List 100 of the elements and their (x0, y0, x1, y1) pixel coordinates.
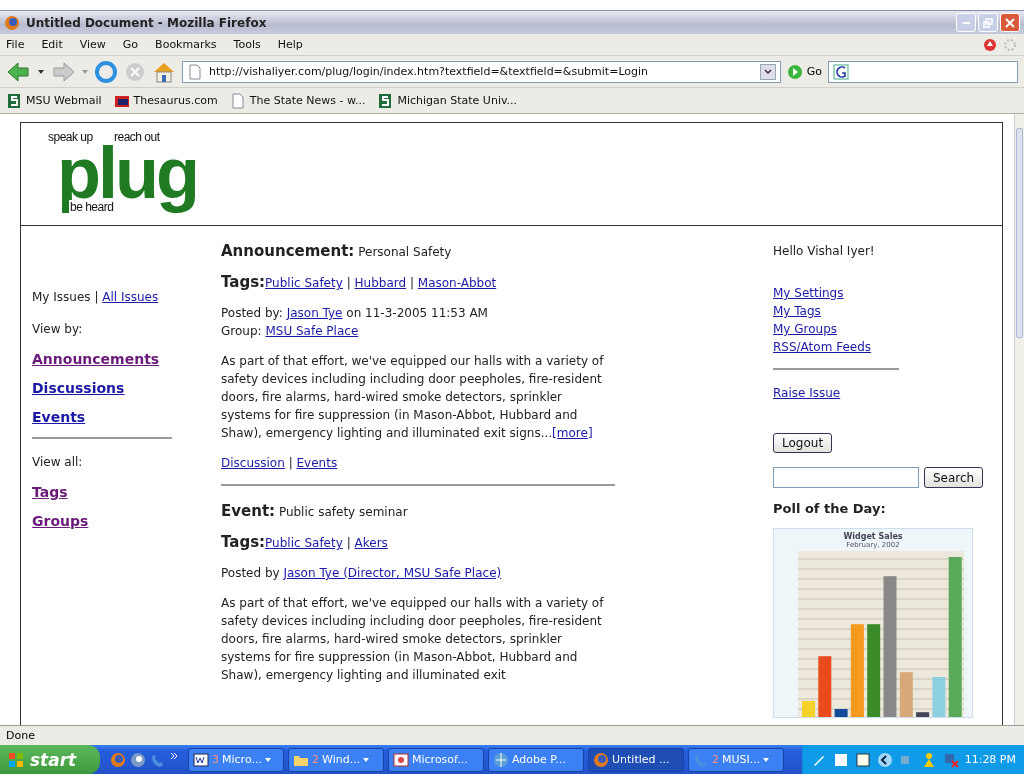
post-heading: Announcement: Personal Safety (221, 242, 453, 261)
dropdown-icon (264, 756, 271, 763)
chart-bar (834, 709, 848, 717)
help-icon[interactable] (854, 751, 871, 768)
raise-issue-link[interactable]: Raise Issue (773, 384, 841, 402)
url-text: http://vishaliyer.com/plug/login/index.htm?textfield=&textfield=&submit=Login (209, 65, 649, 78)
tag-link[interactable]: Mason-Abbot (417, 276, 497, 290)
tags-label: Tags: (221, 533, 266, 551)
clock: 11:28 PM (964, 753, 1016, 766)
chart-bar (818, 656, 832, 717)
menu-item[interactable]: Help (277, 38, 303, 51)
status-text: Done (6, 729, 35, 742)
menu-item[interactable]: File (6, 38, 25, 51)
globe-icon (593, 751, 609, 768)
chart-title: Widget Sales (843, 532, 903, 541)
forward-icon[interactable] (50, 60, 76, 83)
chevron-right-icon[interactable] (170, 751, 178, 760)
nav-link[interactable]: Announcements (32, 351, 160, 367)
minimize-button[interactable] (956, 13, 976, 32)
author-link[interactable]: Jason Tye (Director, MSU Safe Place) (283, 566, 502, 580)
taskbar-button[interactable]: Adobe P... (488, 747, 584, 772)
account-link[interactable]: My Tags (773, 302, 821, 320)
window-title: Untitled Document - Mozilla Firefox (26, 15, 267, 30)
group-label: Group: (221, 324, 263, 338)
greeting-text: Hello Vishal Iyer! (773, 243, 876, 260)
author-link[interactable]: Jason Tye (286, 306, 343, 320)
network-error-icon[interactable] (942, 751, 959, 768)
stop-icon[interactable] (124, 60, 146, 83)
post-body: As part of that effort, we've equipped our halls with a variety of safety devices including including door peepholes, fire-resident doors, fire alarms, hard-wired smoke detectors, sprinkler systems for fire suppression (in Mason-Abbot, Hubbard and Shaw), emergency lighting and illuminated exit (221, 595, 605, 684)
restore-icon (983, 17, 993, 28)
nav-link[interactable]: Discussions (32, 380, 125, 396)
reload-icon[interactable] (94, 59, 118, 84)
letter-s-icon (377, 92, 394, 109)
all-issues-link[interactable]: All Issues (102, 290, 159, 304)
play-icon (786, 63, 803, 80)
history-dropdown-button[interactable] (759, 63, 776, 80)
nav-link[interactable]: Events (32, 409, 86, 425)
separator-text: | (287, 456, 294, 470)
tag-link[interactable]: Akers (354, 536, 388, 550)
chart-bar (932, 677, 946, 717)
close-button[interactable] (1000, 13, 1020, 32)
page-icon (187, 63, 203, 80)
menu-item[interactable]: View (79, 38, 106, 51)
globe-icon[interactable] (130, 751, 146, 768)
account-link[interactable]: RSS/Atom Feeds (773, 338, 872, 356)
close-icon (1005, 17, 1015, 28)
go-button[interactable]: Go (786, 63, 822, 80)
more-link[interactable]: [more] (552, 426, 593, 440)
menu-item[interactable]: Tools (233, 38, 261, 51)
scrollbar[interactable] (1014, 114, 1024, 725)
taskbar-button[interactable]: 2 MUSI... (688, 747, 784, 772)
separator-text: | (94, 290, 100, 304)
notepad-icon[interactable] (832, 751, 849, 768)
tags-label: Tags: (221, 273, 266, 291)
back-icon[interactable] (6, 60, 32, 83)
nav-link[interactable]: Groups (32, 513, 89, 529)
separator-text: | (408, 276, 415, 290)
chevron-left-icon[interactable] (876, 751, 893, 768)
dropdown-icon (363, 756, 370, 763)
chart-bar (802, 701, 815, 717)
taskbar-button[interactable]: Microsof... (388, 747, 484, 772)
minimize-icon (962, 21, 970, 24)
account-link[interactable]: My Settings (773, 284, 844, 302)
dropdown-icon[interactable] (38, 68, 44, 75)
post-body: As part of that effort, we've equipped our halls with a variety of safety devices including including door peepholes, fire-resident doors, fire alarms, hard-wired smoke detectors, sprinkler systems for fire suppression (in Mason-Abbot, Hubbard and Shaw), emergency lighting and illuminated exit signs...[more] (221, 353, 605, 442)
taskbar-button[interactable]: Untitled ... (588, 747, 684, 772)
windows-flag-icon (8, 751, 24, 768)
address-field[interactable]: http://vishaliyer.com/plug/login/index.htm?textfield=&textfield=&submit=Login (182, 60, 781, 83)
taskbar-button[interactable]: 2 Wind... (288, 747, 384, 772)
search-field[interactable] (828, 60, 1018, 83)
group-link[interactable]: MSU Safe Place (265, 324, 359, 338)
posted-by-label: Posted by (221, 566, 281, 580)
bookmark-item[interactable]: Michigan State Univ... (377, 92, 518, 109)
account-link[interactable]: My Groups (773, 320, 838, 338)
menu-item[interactable]: Edit (41, 38, 63, 51)
globe-icon (4, 14, 20, 31)
post-link[interactable]: Discussion (221, 456, 285, 470)
nav-link[interactable]: Tags (32, 484, 68, 500)
document-icon (193, 751, 209, 768)
separator-text: | (345, 536, 352, 550)
letter-s-icon (6, 92, 22, 109)
presentation-icon (393, 751, 409, 768)
spinner-icon (1002, 36, 1018, 53)
taskbar-button[interactable]: 3 Micro... (188, 747, 284, 772)
post-link[interactable]: Events (296, 456, 338, 470)
tag-link[interactable]: Public Safety (265, 536, 343, 550)
tag-link[interactable]: Public Safety (265, 276, 343, 290)
bookmark-item[interactable]: MSU Webmail (6, 92, 102, 109)
menu-item[interactable]: Go (122, 38, 139, 51)
search-button[interactable]: Search (924, 467, 984, 488)
page-icon (229, 92, 246, 109)
globe-icon (493, 751, 509, 768)
bookmark-item[interactable]: Thesaurus.com (113, 92, 218, 109)
chevron-down-icon (763, 68, 772, 75)
bookmark-item[interactable]: The State News - w... (229, 92, 366, 109)
search-input[interactable] (773, 467, 919, 488)
logout-button[interactable]: Logout (773, 433, 833, 453)
dropdown-icon (763, 756, 770, 763)
menu-item[interactable]: Bookmarks (155, 38, 217, 51)
tag-link[interactable]: Hubbard (354, 276, 407, 290)
